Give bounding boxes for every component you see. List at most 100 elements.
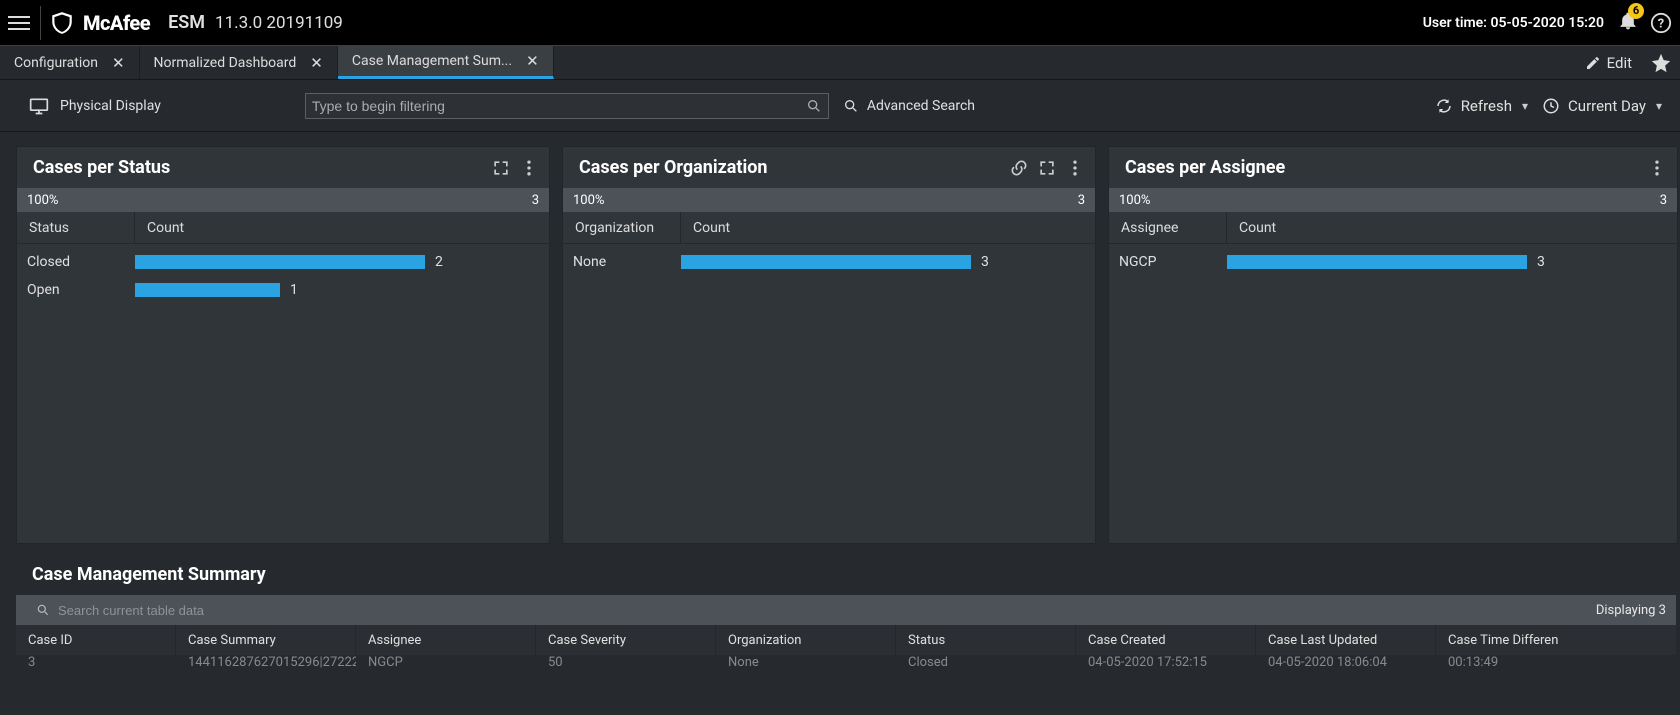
more-icon[interactable]	[1647, 158, 1667, 178]
bar-row[interactable]: Closed 2	[27, 248, 541, 276]
expand-icon[interactable]	[491, 158, 511, 178]
row-value: 1	[290, 282, 298, 298]
monitor-icon	[28, 96, 50, 116]
grid-body: None 3	[563, 244, 1095, 284]
row-value: 2	[435, 254, 443, 270]
cell-case-id: 3	[16, 655, 176, 669]
more-icon[interactable]	[1065, 158, 1085, 178]
pencil-icon	[1585, 55, 1601, 71]
search-icon[interactable]	[806, 98, 822, 114]
favorite-button[interactable]	[1646, 46, 1680, 79]
displaying-count: Displaying 3	[1596, 603, 1666, 618]
percent-bar: 100% 3	[17, 188, 549, 212]
percent-label: 100%	[27, 193, 58, 208]
column-header[interactable]: Assignee	[356, 625, 536, 655]
star-icon	[1650, 52, 1672, 74]
column-header[interactable]: Assignee	[1109, 212, 1227, 243]
panel-header: Cases per Organization	[563, 147, 1095, 188]
help-icon[interactable]: ?	[1650, 12, 1672, 34]
tab-configuration[interactable]: Configuration ✕	[0, 46, 140, 79]
display-mode-label: Physical Display	[60, 98, 161, 114]
column-header[interactable]: Case Created	[1076, 625, 1256, 655]
column-header[interactable]: Case Severity	[536, 625, 716, 655]
cell-severity: 50	[536, 655, 716, 669]
panel-header: Cases per Assignee	[1109, 147, 1677, 188]
cell-time-diff: 00:13:49	[1436, 655, 1576, 669]
divider	[40, 6, 41, 40]
column-header[interactable]: Count	[681, 212, 1095, 243]
column-header[interactable]: Count	[135, 212, 549, 243]
close-icon[interactable]: ✕	[310, 54, 323, 72]
search-icon	[36, 603, 50, 617]
table-search-input[interactable]	[58, 603, 1588, 618]
column-header[interactable]: Case ID	[16, 625, 176, 655]
tab-normalized-dashboard[interactable]: Normalized Dashboard ✕	[140, 46, 338, 79]
search-icon	[843, 98, 859, 114]
cell-created: 04-05-2020 17:52:15	[1076, 655, 1256, 669]
expand-icon[interactable]	[1037, 158, 1057, 178]
panel-cases-per-assignee: Cases per Assignee 100% 3 Assignee Count…	[1108, 146, 1678, 544]
cell-status: Closed	[896, 655, 1076, 669]
bar-fill	[135, 255, 425, 269]
advanced-search-button[interactable]: Advanced Search	[843, 98, 975, 114]
column-header[interactable]: Organization	[563, 212, 681, 243]
table-header: Case ID Case Summary Assignee Case Sever…	[16, 625, 1676, 655]
table-search-bar: Displaying 3	[16, 595, 1676, 625]
top-bar: McAfee ESM 11.3.0 20191109 User time: 05…	[0, 0, 1680, 46]
panel-title: Cases per Assignee	[1125, 157, 1285, 178]
time-range-button[interactable]: Current Day ▾	[1542, 97, 1662, 115]
clock-icon	[1542, 97, 1560, 115]
column-header[interactable]: Organization	[716, 625, 896, 655]
brand-name: McAfee	[83, 11, 150, 35]
time-range-label: Current Day	[1568, 97, 1646, 115]
app-name: ESM	[168, 12, 205, 33]
column-header[interactable]: Count	[1227, 212, 1677, 243]
column-header[interactable]: Case Summary	[176, 625, 356, 655]
more-icon[interactable]	[519, 158, 539, 178]
filter-input-wrap	[305, 93, 829, 119]
cell-organization: None	[716, 655, 896, 669]
notifications-button[interactable]: 6	[1618, 11, 1638, 35]
row-value: 3	[981, 254, 989, 270]
svg-text:?: ?	[1658, 16, 1664, 31]
refresh-label: Refresh	[1461, 97, 1512, 115]
tab-label: Configuration	[14, 55, 98, 71]
advanced-search-label: Advanced Search	[867, 98, 975, 114]
filter-input[interactable]	[312, 98, 806, 114]
menu-icon[interactable]	[8, 12, 30, 34]
user-time: User time: 05-05-2020 15:20	[1423, 15, 1604, 31]
percent-bar: 100% 3	[563, 188, 1095, 212]
column-header[interactable]: Status	[17, 212, 135, 243]
grid-body: Closed 2 Open 1	[17, 244, 549, 312]
close-icon[interactable]: ✕	[112, 54, 125, 72]
column-header[interactable]: Case Last Updated	[1256, 625, 1436, 655]
total-count: 3	[1660, 193, 1667, 208]
bar-row[interactable]: None 3	[573, 248, 1087, 276]
bar-row[interactable]: Open 1	[27, 276, 541, 304]
table-row[interactable]: 3 144116287627015296|27222254 NGCP 50 No…	[16, 655, 1676, 669]
notification-badge: 6	[1628, 3, 1644, 19]
edit-button[interactable]: Edit	[1571, 46, 1646, 79]
tab-case-management-summary[interactable]: Case Management Sum... ✕	[338, 46, 554, 79]
refresh-button[interactable]: Refresh ▾	[1435, 97, 1528, 115]
shield-icon	[49, 10, 75, 36]
tab-label: Normalized Dashboard	[154, 55, 297, 71]
panel-cases-per-status: Cases per Status 100% 3 Status Count Clo…	[16, 146, 550, 544]
row-value: 3	[1537, 254, 1545, 270]
row-label: None	[573, 254, 681, 270]
grid-header: Organization Count	[563, 212, 1095, 244]
bar-fill	[681, 255, 971, 269]
column-header[interactable]: Status	[896, 625, 1076, 655]
column-header[interactable]: Case Time Differen	[1436, 625, 1576, 655]
grid-header: Assignee Count	[1109, 212, 1677, 244]
panel-title: Cases per Organization	[579, 157, 768, 178]
close-icon[interactable]: ✕	[526, 52, 539, 70]
percent-label: 100%	[573, 193, 604, 208]
link-icon[interactable]	[1009, 158, 1029, 178]
bar-row[interactable]: NGCP 3	[1119, 248, 1669, 276]
toolbar: Physical Display Advanced Search Refresh…	[0, 80, 1680, 132]
panels-row: Cases per Status 100% 3 Status Count Clo…	[0, 132, 1680, 544]
display-mode-button[interactable]: Physical Display	[28, 96, 161, 116]
panel-case-management-summary: Case Management Summary Displaying 3 Cas…	[16, 558, 1676, 669]
tab-label: Case Management Sum...	[352, 53, 512, 69]
